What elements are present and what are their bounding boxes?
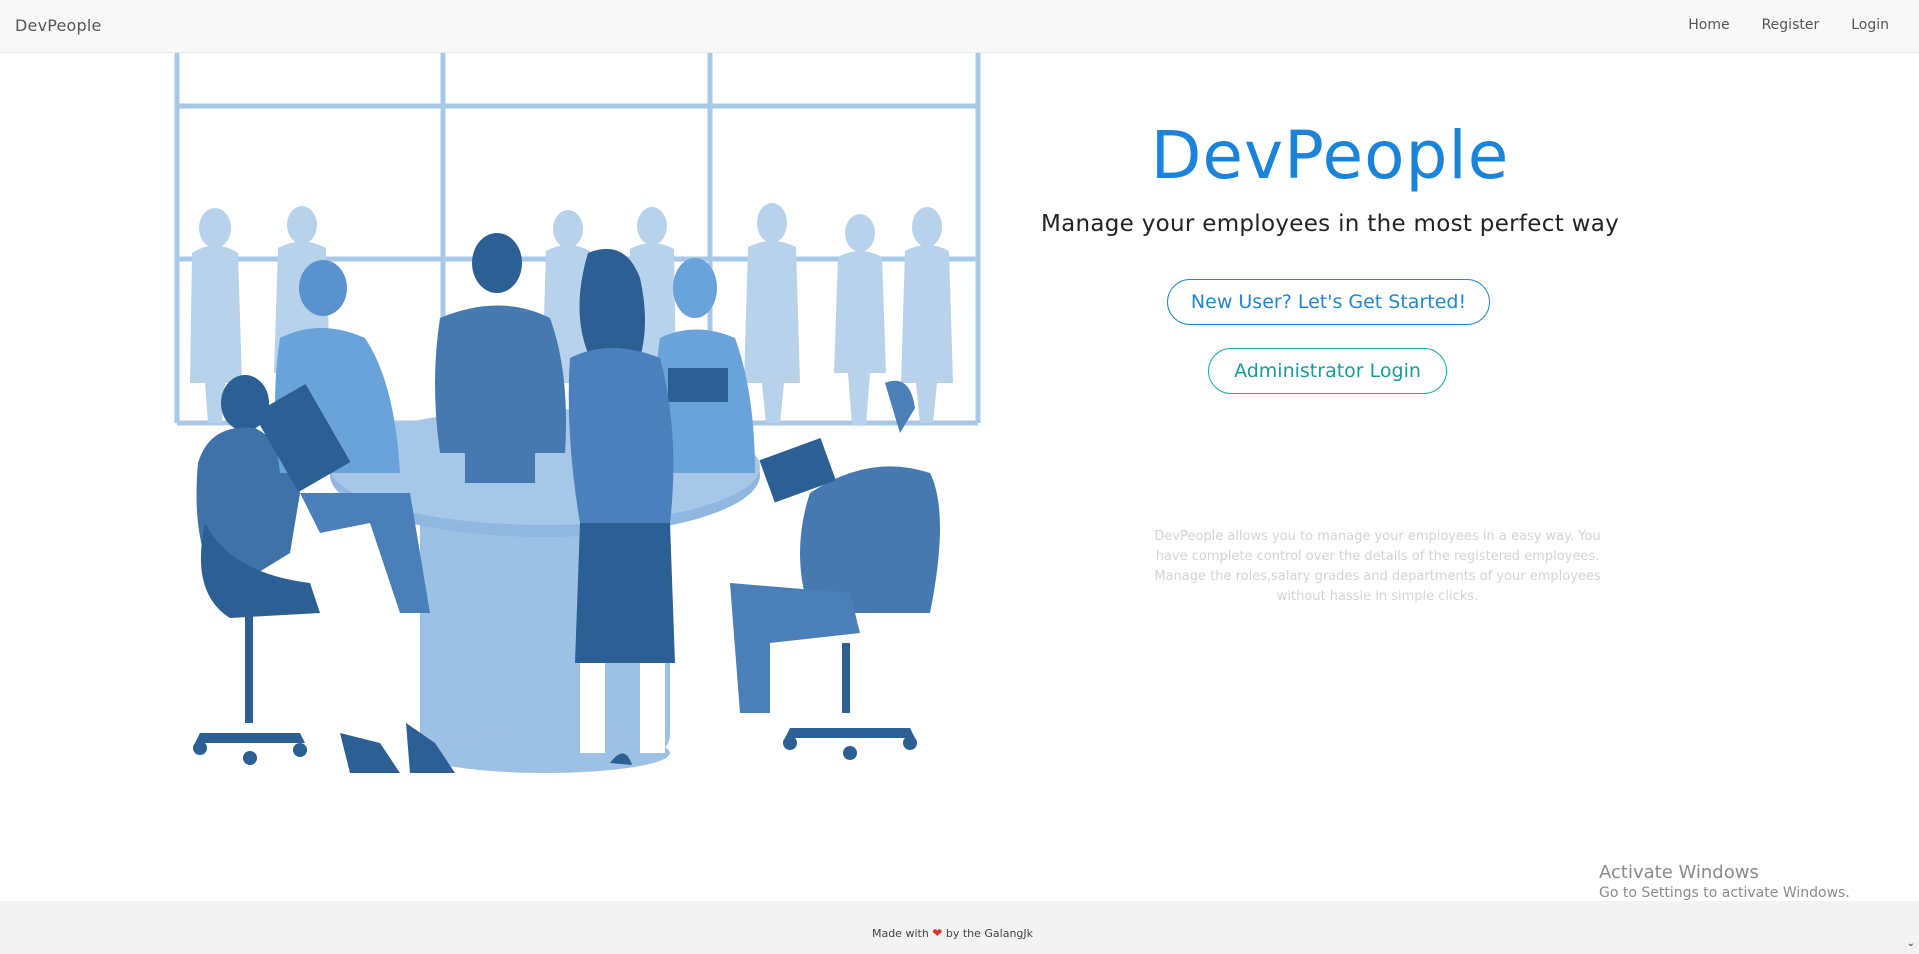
office-meeting-illustration — [174, 53, 981, 773]
person-right-seated — [730, 380, 940, 760]
nav-register-link[interactable]: Register — [1762, 17, 1820, 33]
brand-link[interactable]: DevPeople — [15, 16, 102, 35]
get-started-button[interactable]: New User? Let's Get Started! — [1167, 279, 1490, 325]
footer: Made with ❤ by the GalangJk — [0, 901, 1919, 954]
heart-icon: ❤ — [932, 926, 943, 940]
windows-activation-watermark: Activate Windows Go to Settings to activ… — [1599, 862, 1850, 901]
nav-links: Home Register Login — [1688, 17, 1889, 33]
app-description: DevPeople allows you to manage your empl… — [1154, 529, 1601, 604]
scroll-down-icon[interactable]: ⌄ — [1907, 938, 1915, 949]
activation-subtitle: Go to Settings to activate Windows. — [1599, 885, 1850, 901]
nav-home-link[interactable]: Home — [1688, 17, 1729, 33]
hero-title: DevPeople — [1150, 117, 1510, 194]
hero-subtitle: Manage your employees in the most perfec… — [1040, 211, 1620, 237]
admin-login-button[interactable]: Administrator Login — [1208, 348, 1447, 394]
activation-title: Activate Windows — [1599, 862, 1759, 883]
footer-suffix: by the GalangJk — [945, 927, 1034, 940]
nav-login-link[interactable]: Login — [1851, 17, 1889, 33]
footer-credit: Made with ❤ by the GalangJk — [0, 926, 1905, 940]
footer-prefix: Made with — [871, 927, 929, 940]
navbar: DevPeople Home Register Login — [0, 0, 1919, 53]
